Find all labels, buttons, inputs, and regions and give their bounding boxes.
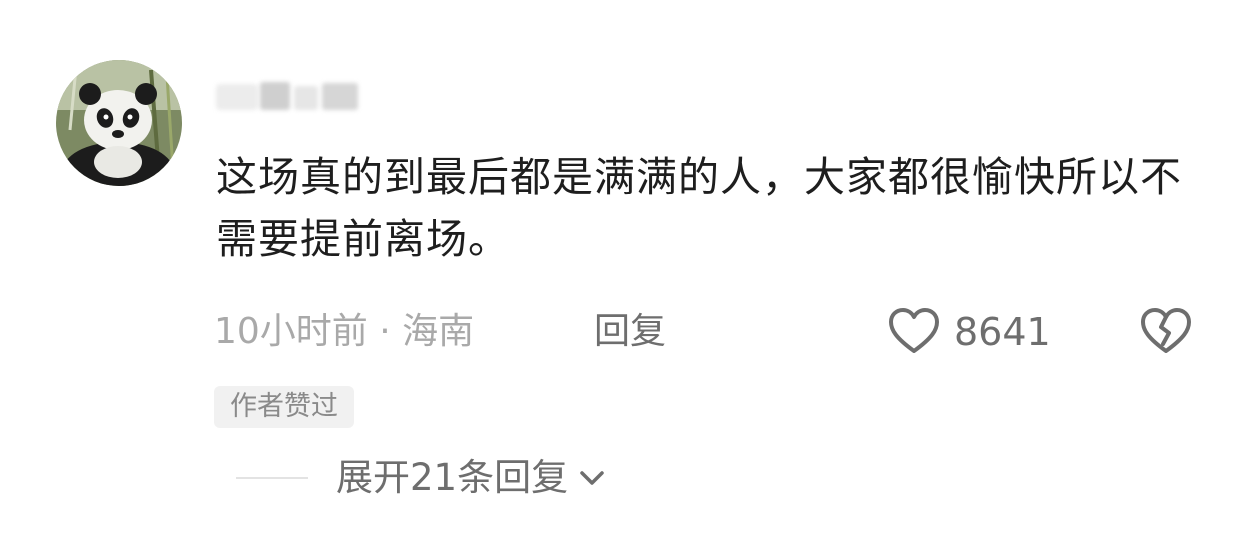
- like-count: 8641: [954, 310, 1051, 354]
- chevron-down-icon: [580, 471, 604, 485]
- heart-outline-icon: [889, 308, 939, 353]
- comment-text: 这场真的到最后都是满满的人，大家都很愉快所以不需要提前离场。: [216, 153, 1182, 263]
- reply-button[interactable]: 回复: [594, 306, 666, 358]
- dislike-button[interactable]: [1138, 304, 1194, 360]
- like-button[interactable]: 8641: [886, 304, 1051, 360]
- panda-avatar-icon: [56, 60, 182, 186]
- comment-item: 这场真的到最后都是满满的人，大家都很愉快所以不需要提前离场。 10小时前 · 海…: [0, 0, 1260, 552]
- author-liked-badge: 作者赞过: [214, 386, 354, 428]
- expand-replies-label: 展开21条回复: [336, 456, 569, 499]
- user-avatar[interactable]: [56, 60, 182, 186]
- divider-line: [236, 477, 308, 479]
- comment-time-location: 10小时前 · 海南: [214, 311, 475, 352]
- username-blurred[interactable]: [216, 80, 360, 112]
- broken-heart-icon: [1141, 308, 1191, 353]
- expand-replies-button[interactable]: 展开21条回复: [336, 452, 610, 504]
